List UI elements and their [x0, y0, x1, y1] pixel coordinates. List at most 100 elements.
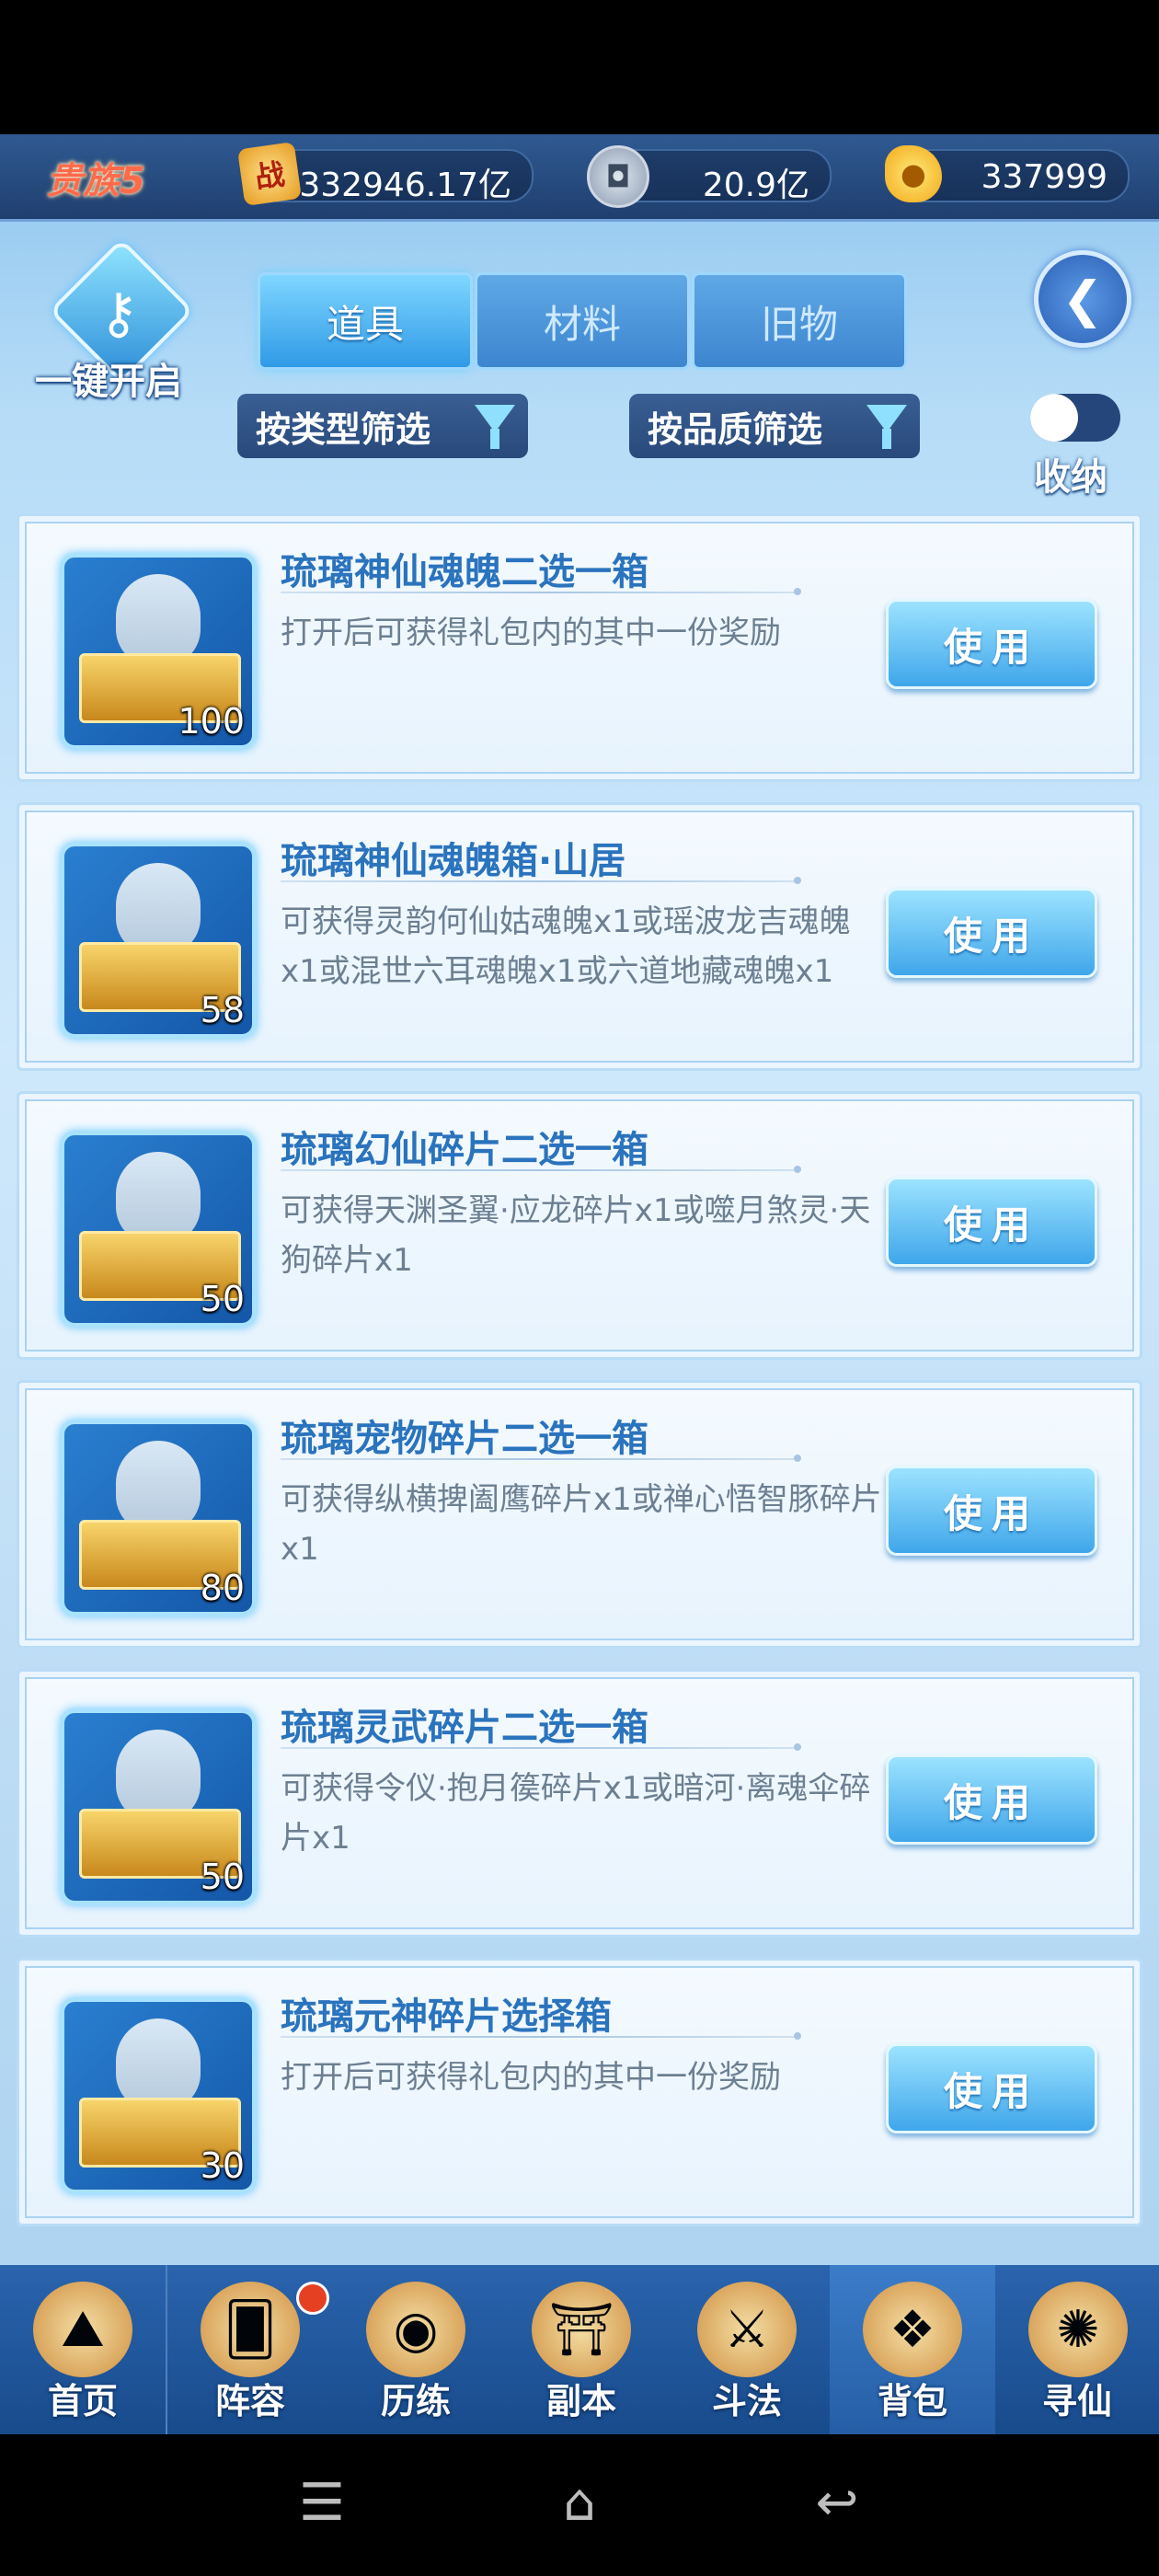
item-thumbnail[interactable]: 50	[60, 1131, 257, 1328]
item-title: 琉璃灵武碎片二选一箱	[281, 1707, 648, 1749]
item-description: 可获得纵横捭阖鹰碎片x1或禅心悟智豚碎片x1	[281, 1481, 882, 1568]
portrait-image	[116, 1441, 201, 1533]
power-resource: 战 332946.17亿	[236, 141, 534, 207]
item-count: 50	[200, 1857, 245, 1897]
nav-home[interactable]: ⛰ 首页	[0, 2265, 167, 2434]
item-card: 50 琉璃幻仙碎片二选一箱 可获得天渊圣翼·应龙碎片x1或噬月煞灵·天狗碎片x1…	[17, 1091, 1142, 1360]
item-description: 可获得天渊圣翼·应龙碎片x1或噬月煞灵·天狗碎片x1	[281, 1192, 871, 1279]
tab-materials[interactable]: 材料	[475, 272, 690, 370]
item-title: 琉璃元神碎片选择箱	[281, 1995, 612, 2038]
item-count: 50	[200, 1279, 245, 1319]
divider	[281, 1166, 801, 1173]
silver-resource[interactable]: ◘ 20.9亿	[587, 145, 832, 208]
nav-training[interactable]: ◉ 历练	[333, 2265, 500, 2434]
use-button[interactable]: 使用	[886, 599, 1097, 689]
bag-icon: ❖	[863, 2282, 962, 2377]
key-icon: ⚷	[98, 282, 139, 346]
battle-power-icon: 战	[236, 141, 303, 207]
item-thumbnail[interactable]: 30	[60, 1997, 257, 2194]
item-card: 58 琉璃神仙魂魄箱·山居 可获得灵韵何仙姑魂魄x1或瑶波龙吉魂魄x1或混世六耳…	[17, 802, 1142, 1071]
tab-relics[interactable]: 旧物	[692, 272, 907, 370]
collapse-label: 收纳	[1034, 456, 1107, 499]
bottom-nav: ⛰ 首页 🂠 阵容 ◉ 历练 ⛩ 副本 ⚔ 斗法 ❖ 背包 ✺ 寻仙	[0, 2265, 1159, 2434]
item-title: 琉璃神仙魂魄二选一箱	[281, 551, 648, 593]
back-icon[interactable]: ↩	[800, 2471, 874, 2536]
back-arrow-icon: ❮	[1061, 270, 1104, 328]
bag-screen: 贵族5 战 332946.17亿 ◘ 20.9亿 ● 337999 ⚷ 一键开启…	[0, 134, 1159, 2434]
item-card: 50 琉璃灵武碎片二选一箱 可获得令仪·抱月篌碎片x1或暗河·离魂伞碎片x1 使…	[17, 1669, 1142, 1938]
item-thumbnail[interactable]: 50	[60, 1708, 257, 1905]
toggle-knob	[1030, 394, 1078, 442]
item-title: 琉璃幻仙碎片二选一箱	[281, 1129, 648, 1171]
seek-icon: ✺	[1028, 2282, 1128, 2377]
portrait-image	[116, 2018, 201, 2110]
divider	[281, 877, 801, 884]
item-title: 琉璃神仙魂魄箱·山居	[281, 840, 626, 882]
nav-lineup[interactable]: 🂠 阵容	[167, 2265, 335, 2434]
item-card: 30 琉璃元神碎片选择箱 打开后可获得礼包内的其中一份奖励 使用	[17, 1958, 1142, 2226]
nav-label: 斗法	[711, 2381, 782, 2421]
funnel-icon	[866, 405, 907, 449]
silver-value: 20.9亿	[702, 167, 809, 204]
use-button[interactable]: 使用	[886, 1466, 1097, 1556]
filter-by-quality-button[interactable]: 按品质筛选	[629, 394, 920, 458]
item-description: 打开后可获得礼包内的其中一份奖励	[281, 615, 781, 651]
nav-label: 背包	[877, 2381, 947, 2421]
filter-by-type-button[interactable]: 按类型筛选	[237, 394, 528, 458]
menu-icon[interactable]: ☰	[285, 2471, 359, 2536]
item-thumbnail[interactable]: 80	[60, 1420, 257, 1616]
gold-resource[interactable]: ● 337999	[885, 145, 1130, 202]
divider	[281, 1455, 801, 1462]
item-description: 打开后可获得礼包内的其中一份奖励	[281, 2059, 781, 2096]
divider	[281, 2032, 801, 2040]
nav-label: 历练	[380, 2381, 451, 2421]
item-count: 30	[200, 2145, 245, 2186]
home-button-icon[interactable]: ⌂	[543, 2471, 616, 2536]
noble-rank: 贵族5	[46, 160, 145, 202]
funnel-icon	[475, 405, 515, 449]
collapse-toggle[interactable]	[1030, 394, 1120, 442]
power-value: 332946.17亿	[299, 167, 511, 204]
item-count: 100	[178, 701, 245, 742]
divider	[281, 588, 801, 595]
notification-dot	[296, 2282, 329, 2315]
silver-coin-icon: ◘	[587, 145, 649, 208]
nav-battle[interactable]: ⚔ 斗法	[664, 2265, 832, 2434]
use-button[interactable]: 使用	[886, 1754, 1097, 1845]
nav-seek[interactable]: ✺ 寻仙	[995, 2265, 1159, 2434]
divider	[281, 1743, 801, 1751]
use-button[interactable]: 使用	[886, 1177, 1097, 1267]
training-icon: ◉	[366, 2282, 465, 2377]
use-button[interactable]: 使用	[886, 2043, 1097, 2133]
portrait-image	[116, 574, 201, 666]
filter-by-quality-label: 按品质筛选	[648, 408, 823, 450]
use-button[interactable]: 使用	[886, 888, 1097, 978]
battle-icon: ⚔	[697, 2282, 797, 2377]
item-thumbnail[interactable]: 100	[60, 553, 257, 750]
one-key-open-label: 一键开启	[35, 361, 182, 403]
status-bar-area	[0, 0, 1159, 134]
nav-bag[interactable]: ❖ 背包	[830, 2265, 997, 2434]
home-icon: ⛰	[33, 2282, 132, 2377]
item-card: 100 琉璃神仙魂魄二选一箱 打开后可获得礼包内的其中一份奖励 使用	[17, 513, 1142, 782]
gold-value: 337999	[981, 158, 1107, 196]
item-title: 琉璃宠物碎片二选一箱	[281, 1418, 648, 1460]
nav-label: 阵容	[214, 2381, 285, 2421]
item-count: 58	[200, 990, 245, 1030]
item-thumbnail[interactable]: 58	[60, 842, 257, 1039]
nav-label: 首页	[47, 2381, 118, 2421]
portrait-image	[116, 863, 201, 955]
nav-label: 副本	[545, 2381, 616, 2421]
portrait-image	[116, 1152, 201, 1244]
tab-items[interactable]: 道具	[258, 272, 473, 370]
gold-ingot-icon: ●	[885, 145, 942, 202]
dungeon-icon: ⛩	[532, 2282, 631, 2377]
nav-label: 寻仙	[1041, 2381, 1112, 2421]
item-description: 可获得灵韵何仙姑魂魄x1或瑶波龙吉魂魄x1或混世六耳魂魄x1或六道地藏魂魄x1	[281, 903, 851, 990]
nav-dungeon[interactable]: ⛩ 副本	[499, 2265, 666, 2434]
back-button[interactable]: ❮	[1034, 250, 1131, 348]
item-description: 可获得令仪·抱月篌碎片x1或暗河·离魂伞碎片x1	[281, 1770, 871, 1857]
system-nav-bar: ☰ ⌂ ↩	[0, 2434, 1159, 2576]
resource-bar: 贵族5 战 332946.17亿 ◘ 20.9亿 ● 337999	[0, 134, 1159, 222]
filter-by-type-label: 按类型筛选	[256, 408, 431, 450]
